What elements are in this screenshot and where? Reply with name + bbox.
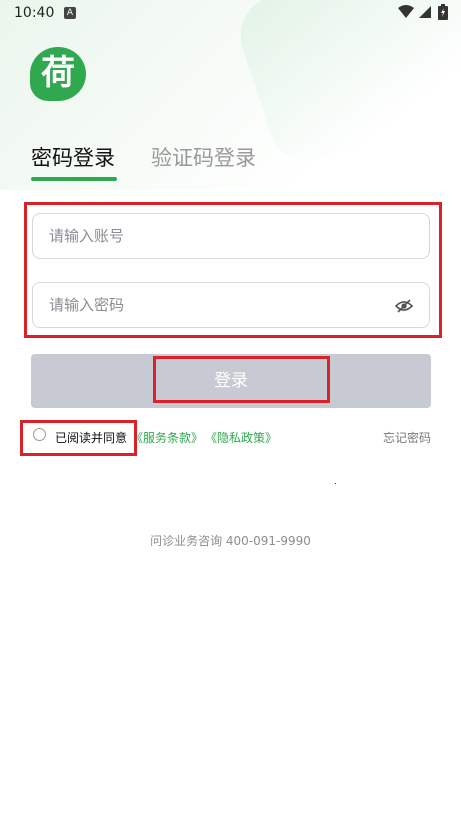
consultation-hotline: 问诊业务咨询 400-091-9990	[150, 534, 311, 548]
annotation-box-agreement	[20, 420, 137, 456]
annotation-box-login-button	[153, 356, 330, 403]
logo-glyph: 荷	[41, 53, 75, 93]
privacy-policy-link[interactable]: 《隐私政策》	[205, 429, 277, 446]
tab-code-login[interactable]: 验证码登录	[151, 142, 256, 172]
tab-password-login[interactable]: 密码登录	[31, 142, 115, 172]
stray-dot	[335, 483, 336, 484]
terms-of-service-link[interactable]: 《服务条款》	[131, 429, 203, 446]
signal-icon	[419, 6, 431, 18]
active-tab-indicator	[31, 177, 117, 181]
app-logo: 荷	[30, 47, 86, 101]
forgot-password-link[interactable]: 忘记密码	[383, 429, 431, 446]
wifi-icon	[398, 5, 414, 18]
status-bar: 10:40 A	[0, 0, 461, 28]
sim-icon: A	[64, 7, 76, 19]
annotation-box-input-fields	[24, 202, 442, 338]
battery-icon	[438, 4, 448, 20]
status-time: 10:40	[14, 5, 55, 21]
